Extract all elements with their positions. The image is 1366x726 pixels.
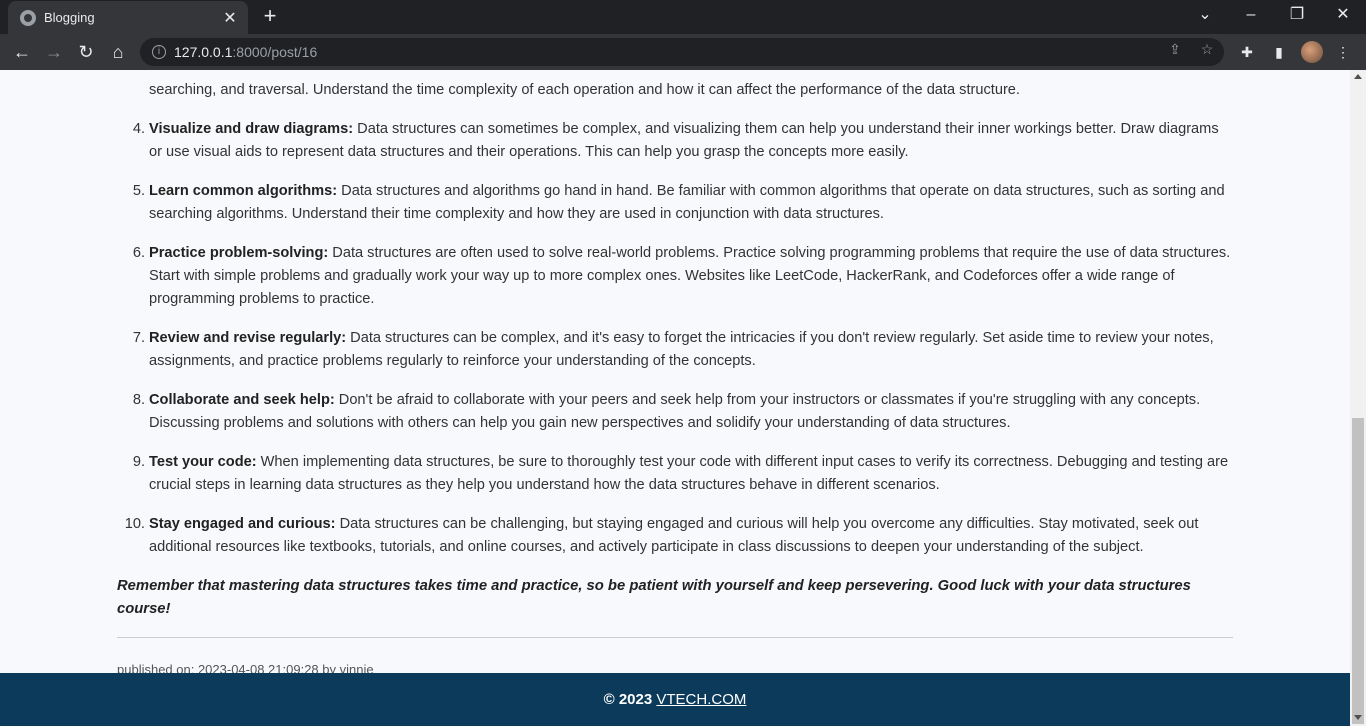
list-item-title: Visualize and draw diagrams: <box>149 121 354 137</box>
list-item: 10. Stay engaged and curious: Data struct… <box>117 513 1233 559</box>
site-footer: © 2023 VTECH.COM <box>0 673 1350 726</box>
list-item-text: searching, and traversal. Understand the… <box>149 82 1020 98</box>
menu-icon[interactable]: ⋮ <box>1331 40 1355 64</box>
close-tab-icon[interactable]: ✕ <box>222 8 238 28</box>
list-item-title: Collaborate and seek help: <box>149 392 335 408</box>
site-info-icon[interactable]: i <box>152 45 166 59</box>
list-item: 8. Collaborate and seek help: Don't be af… <box>117 389 1233 435</box>
page-viewport: searching, and traversal. Understand the… <box>0 70 1350 726</box>
share-icon[interactable]: ⇪ <box>1164 38 1186 60</box>
extensions-icon[interactable]: ✚ <box>1235 40 1259 64</box>
browser-toolbar: ← → ↻ ⌂ i 127.0.0.1:8000/post/16 ⇪ ☆ ✚ ▮… <box>0 34 1366 70</box>
list-item-title: Test your code: <box>149 454 257 470</box>
footer-link[interactable]: VTECH.COM <box>656 691 746 708</box>
url-host: 127.0.0.1 <box>174 44 233 60</box>
divider <box>117 637 1233 638</box>
new-tab-button[interactable]: + <box>258 4 282 28</box>
list-item-number: 7. <box>132 330 145 346</box>
page-scrollbar[interactable] <box>1350 70 1366 726</box>
browser-tab[interactable]: Blogging ✕ <box>8 1 248 34</box>
reload-icon[interactable]: ↻ <box>74 40 98 64</box>
list-item: 4. Visualize and draw diagrams: Data stru… <box>117 118 1233 164</box>
list-item-title: Review and revise regularly: <box>149 330 347 346</box>
list-item-title: Practice problem-solving: <box>149 245 329 261</box>
profile-avatar[interactable] <box>1301 41 1323 63</box>
forward-icon[interactable]: → <box>42 40 66 64</box>
post-content: searching, and traversal. Understand the… <box>117 70 1233 681</box>
list-item-number: 5. <box>132 183 145 199</box>
back-icon[interactable]: ← <box>10 40 34 64</box>
tab-title: Blogging <box>44 10 95 25</box>
restore-icon[interactable]: ❐ <box>1274 0 1320 30</box>
tab-search-icon[interactable]: ⌄ <box>1182 0 1228 30</box>
list-item-title: Stay engaged and curious: <box>149 516 336 532</box>
footer-copyright: © 2023 <box>603 691 657 708</box>
list-item: 9. Test your code: When implementing data… <box>117 451 1233 497</box>
tips-list: searching, and traversal. Understand the… <box>117 70 1233 559</box>
home-icon[interactable]: ⌂ <box>106 40 130 64</box>
list-item-number: 4. <box>132 121 145 137</box>
scroll-down-icon[interactable] <box>1354 715 1362 720</box>
close-window-icon[interactable]: ✕ <box>1320 0 1366 30</box>
list-item: 7. Review and revise regularly: Data stru… <box>117 327 1233 373</box>
list-item-number: 8. <box>132 392 145 408</box>
address-bar[interactable]: i 127.0.0.1:8000/post/16 <box>140 38 1224 66</box>
list-item: 6. Practice problem-solving: Data structu… <box>117 242 1233 311</box>
list-item-number: 10. <box>124 516 145 532</box>
closing-remark: Remember that mastering data structures … <box>117 578 1191 617</box>
list-item: 5. Learn common algorithms: Data structur… <box>117 180 1233 226</box>
globe-icon <box>20 9 36 26</box>
list-item: searching, and traversal. Understand the… <box>117 70 1233 102</box>
side-panel-icon[interactable]: ▮ <box>1267 40 1291 64</box>
bookmark-star-icon[interactable]: ☆ <box>1196 38 1218 60</box>
list-item-text: When implementing data structures, be su… <box>149 454 1229 493</box>
list-item-title: Learn common algorithms: <box>149 183 338 199</box>
scrollbar-thumb[interactable] <box>1352 418 1364 724</box>
scroll-up-icon[interactable] <box>1354 74 1362 79</box>
minimize-icon[interactable]: – <box>1228 0 1274 30</box>
url-path: :8000/post/16 <box>232 44 318 60</box>
list-item-number: 9. <box>132 454 145 470</box>
tab-strip: Blogging ✕ + ⌄ – ❐ ✕ <box>0 0 1366 34</box>
list-item-number: 6. <box>132 245 145 261</box>
